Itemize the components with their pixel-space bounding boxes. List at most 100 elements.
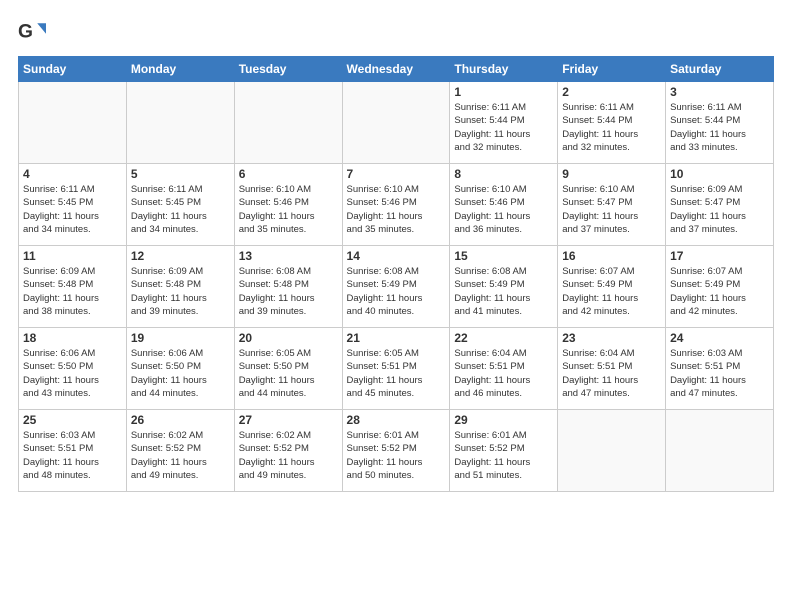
weekday-header: Thursday — [450, 57, 558, 82]
svg-text:G: G — [18, 21, 33, 42]
calendar-cell: 22 Sunrise: 6:04 AM Sunset: 5:51 PM Dayli… — [450, 328, 558, 410]
day-number: 20 — [239, 331, 338, 345]
calendar-cell: 12 Sunrise: 6:09 AM Sunset: 5:48 PM Dayli… — [126, 246, 234, 328]
day-number: 16 — [562, 249, 661, 263]
day-number: 10 — [670, 167, 769, 181]
calendar-cell: 13Sunrise: 6:08 AM Sunset: 5:48 PM Dayli… — [234, 246, 342, 328]
calendar-cell — [234, 82, 342, 164]
day-number: 18 — [23, 331, 122, 345]
day-info: Sunrise: 6:09 AM Sunset: 5:47 PM Dayligh… — [670, 183, 769, 236]
day-number: 11 — [23, 249, 122, 263]
header-area: G — [18, 18, 774, 46]
calendar-week-row: 25 Sunrise: 6:03 AM Sunset: 5:51 PM Dayli… — [19, 410, 774, 492]
day-info: Sunrise: 6:04 AM Sunset: 5:51 PM Dayligh… — [562, 347, 661, 400]
day-info: Sunrise: 6:02 AM Sunset: 5:52 PM Dayligh… — [239, 429, 338, 482]
day-number: 17 — [670, 249, 769, 263]
day-info: Sunrise: 6:08 AM Sunset: 5:49 PM Dayligh… — [454, 265, 553, 318]
calendar-cell — [342, 82, 450, 164]
calendar-cell: 7 Sunrise: 6:10 AM Sunset: 5:46 PM Daylig… — [342, 164, 450, 246]
calendar-cell: 21 Sunrise: 6:05 AM Sunset: 5:51 PM Dayli… — [342, 328, 450, 410]
day-number: 26 — [131, 413, 230, 427]
day-info: Sunrise: 6:09 AM Sunset: 5:48 PM Dayligh… — [131, 265, 230, 318]
day-info: Sunrise: 6:01 AM Sunset: 5:52 PM Dayligh… — [454, 429, 553, 482]
calendar-cell: 3 Sunrise: 6:11 AM Sunset: 5:44 PM Daylig… — [666, 82, 774, 164]
day-number: 25 — [23, 413, 122, 427]
day-number: 8 — [454, 167, 553, 181]
calendar-cell: 8 Sunrise: 6:10 AM Sunset: 5:46 PM Daylig… — [450, 164, 558, 246]
calendar-cell: 9 Sunrise: 6:10 AM Sunset: 5:47 PM Daylig… — [558, 164, 666, 246]
day-number: 12 — [131, 249, 230, 263]
day-number: 28 — [347, 413, 446, 427]
calendar-cell: 17 Sunrise: 6:07 AM Sunset: 5:49 PM Dayli… — [666, 246, 774, 328]
day-info: Sunrise: 6:05 AM Sunset: 5:50 PM Dayligh… — [239, 347, 338, 400]
day-info: Sunrise: 6:02 AM Sunset: 5:52 PM Dayligh… — [131, 429, 230, 482]
day-number: 27 — [239, 413, 338, 427]
day-number: 15 — [454, 249, 553, 263]
day-number: 14 — [347, 249, 446, 263]
weekday-header: Saturday — [666, 57, 774, 82]
weekday-header: Wednesday — [342, 57, 450, 82]
calendar-cell: 24Sunrise: 6:03 AM Sunset: 5:51 PM Dayli… — [666, 328, 774, 410]
day-info: Sunrise: 6:10 AM Sunset: 5:46 PM Dayligh… — [239, 183, 338, 236]
day-info: Sunrise: 6:07 AM Sunset: 5:49 PM Dayligh… — [670, 265, 769, 318]
page: G SundayMondayTuesdayWednesdayThursdayFr… — [0, 0, 792, 502]
day-number: 4 — [23, 167, 122, 181]
day-number: 6 — [239, 167, 338, 181]
day-number: 21 — [347, 331, 446, 345]
calendar-cell: 28Sunrise: 6:01 AM Sunset: 5:52 PM Dayli… — [342, 410, 450, 492]
day-info: Sunrise: 6:10 AM Sunset: 5:46 PM Dayligh… — [347, 183, 446, 236]
day-info: Sunrise: 6:06 AM Sunset: 5:50 PM Dayligh… — [23, 347, 122, 400]
day-info: Sunrise: 6:11 AM Sunset: 5:44 PM Dayligh… — [670, 101, 769, 154]
calendar-cell — [558, 410, 666, 492]
calendar-cell: 20 Sunrise: 6:05 AM Sunset: 5:50 PM Dayli… — [234, 328, 342, 410]
calendar-cell: 19Sunrise: 6:06 AM Sunset: 5:50 PM Dayli… — [126, 328, 234, 410]
day-number: 3 — [670, 85, 769, 99]
day-number: 9 — [562, 167, 661, 181]
calendar-cell: 14 Sunrise: 6:08 AM Sunset: 5:49 PM Dayli… — [342, 246, 450, 328]
calendar-cell: 26 Sunrise: 6:02 AM Sunset: 5:52 PM Dayli… — [126, 410, 234, 492]
day-number: 5 — [131, 167, 230, 181]
calendar-cell: 29 Sunrise: 6:01 AM Sunset: 5:52 PM Dayli… — [450, 410, 558, 492]
calendar-week-row: 1 Sunrise: 6:11 AM Sunset: 5:44 PM Daylig… — [19, 82, 774, 164]
day-number: 22 — [454, 331, 553, 345]
calendar-cell: 11Sunrise: 6:09 AM Sunset: 5:48 PM Dayli… — [19, 246, 127, 328]
calendar-cell: 23 Sunrise: 6:04 AM Sunset: 5:51 PM Dayli… — [558, 328, 666, 410]
calendar-cell: 15 Sunrise: 6:08 AM Sunset: 5:49 PM Dayli… — [450, 246, 558, 328]
calendar-cell: 10 Sunrise: 6:09 AM Sunset: 5:47 PM Dayli… — [666, 164, 774, 246]
calendar-header-row: SundayMondayTuesdayWednesdayThursdayFrid… — [19, 57, 774, 82]
day-number: 29 — [454, 413, 553, 427]
day-info: Sunrise: 6:04 AM Sunset: 5:51 PM Dayligh… — [454, 347, 553, 400]
day-info: Sunrise: 6:07 AM Sunset: 5:49 PM Dayligh… — [562, 265, 661, 318]
day-number: 1 — [454, 85, 553, 99]
day-info: Sunrise: 6:11 AM Sunset: 5:45 PM Dayligh… — [131, 183, 230, 236]
day-info: Sunrise: 6:11 AM Sunset: 5:44 PM Dayligh… — [562, 101, 661, 154]
calendar-week-row: 18 Sunrise: 6:06 AM Sunset: 5:50 PM Dayli… — [19, 328, 774, 410]
calendar-cell: 5 Sunrise: 6:11 AM Sunset: 5:45 PM Daylig… — [126, 164, 234, 246]
calendar-cell — [126, 82, 234, 164]
calendar-week-row: 4 Sunrise: 6:11 AM Sunset: 5:45 PM Daylig… — [19, 164, 774, 246]
calendar-week-row: 11 Sunrise: 6:09 AM Sunset: 5:48 PM Dayli… — [19, 246, 774, 328]
day-info: Sunrise: 6:03 AM Sunset: 5:51 PM Dayligh… — [23, 429, 122, 482]
logo: G — [18, 18, 50, 46]
day-info: Sunrise: 6:06 AM Sunset: 5:50 PM Dayligh… — [131, 347, 230, 400]
calendar-cell: 18 Sunrise: 6:06 AM Sunset: 5:50 PM Dayli… — [19, 328, 127, 410]
day-info: Sunrise: 6:11 AM Sunset: 5:44 PM Dayligh… — [454, 101, 553, 154]
calendar: SundayMondayTuesdayWednesdayThursdayFrid… — [18, 56, 774, 492]
day-info: Sunrise: 6:10 AM Sunset: 5:46 PM Dayligh… — [454, 183, 553, 236]
day-info: Sunrise: 6:08 AM Sunset: 5:49 PM Dayligh… — [347, 265, 446, 318]
day-number: 13 — [239, 249, 338, 263]
day-info: Sunrise: 6:05 AM Sunset: 5:51 PM Dayligh… — [347, 347, 446, 400]
day-info: Sunrise: 6:11 AM Sunset: 5:45 PM Dayligh… — [23, 183, 122, 236]
calendar-cell — [19, 82, 127, 164]
calendar-cell: 4 Sunrise: 6:11 AM Sunset: 5:45 PM Daylig… — [19, 164, 127, 246]
day-number: 23 — [562, 331, 661, 345]
weekday-header: Tuesday — [234, 57, 342, 82]
calendar-cell: 27 Sunrise: 6:02 AM Sunset: 5:52 PM Dayli… — [234, 410, 342, 492]
day-info: Sunrise: 6:10 AM Sunset: 5:47 PM Dayligh… — [562, 183, 661, 236]
weekday-header: Sunday — [19, 57, 127, 82]
calendar-cell: 25 Sunrise: 6:03 AM Sunset: 5:51 PM Dayli… — [19, 410, 127, 492]
day-number: 7 — [347, 167, 446, 181]
calendar-cell: 1 Sunrise: 6:11 AM Sunset: 5:44 PM Daylig… — [450, 82, 558, 164]
day-number: 2 — [562, 85, 661, 99]
day-number: 24 — [670, 331, 769, 345]
